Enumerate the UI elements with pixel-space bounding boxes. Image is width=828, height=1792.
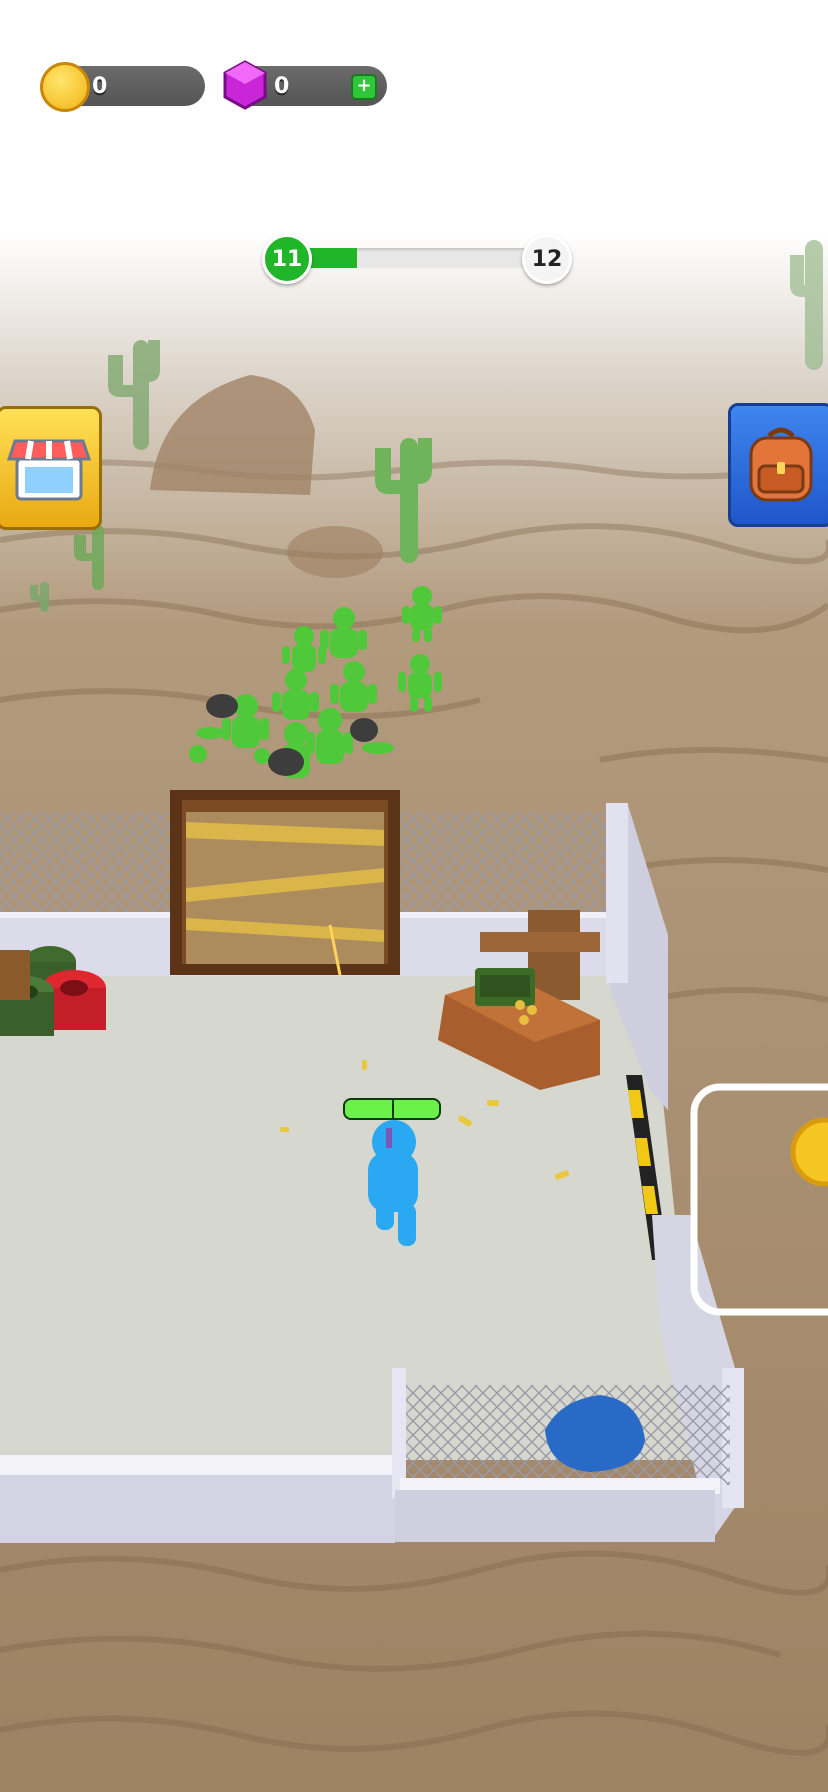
coin-count: 0 [92,73,108,99]
current-level-badge: 11 [262,234,312,284]
splatter [254,748,270,764]
gem-icon [222,60,268,110]
front-wall-right [395,1490,715,1542]
coin-icon [40,62,90,112]
rock [287,526,383,578]
next-level: 12 [531,246,563,272]
plus-icon: + [356,75,372,96]
level-progress: 11 12 [262,234,572,284]
current-level: 11 [271,246,303,272]
level-progress-track [280,248,554,268]
gem-counter: 0 + [223,60,387,110]
splatter [362,742,394,754]
back-fence-right [400,812,610,912]
coin-counter: 0 [40,62,205,112]
splatter [196,727,224,739]
shop-button[interactable] [0,406,102,530]
back-fence-left [0,812,176,912]
next-level-badge: 12 [522,234,572,284]
splatter [189,745,207,763]
wooden-gate [170,790,400,975]
health-divider [392,1100,394,1118]
add-gems-button[interactable]: + [351,74,377,100]
shop-icon [7,439,91,501]
backpack-icon [749,427,813,502]
player-health-bar [343,1098,441,1120]
gem-count: 0 [274,73,290,99]
backpack-button[interactable] [728,403,828,527]
